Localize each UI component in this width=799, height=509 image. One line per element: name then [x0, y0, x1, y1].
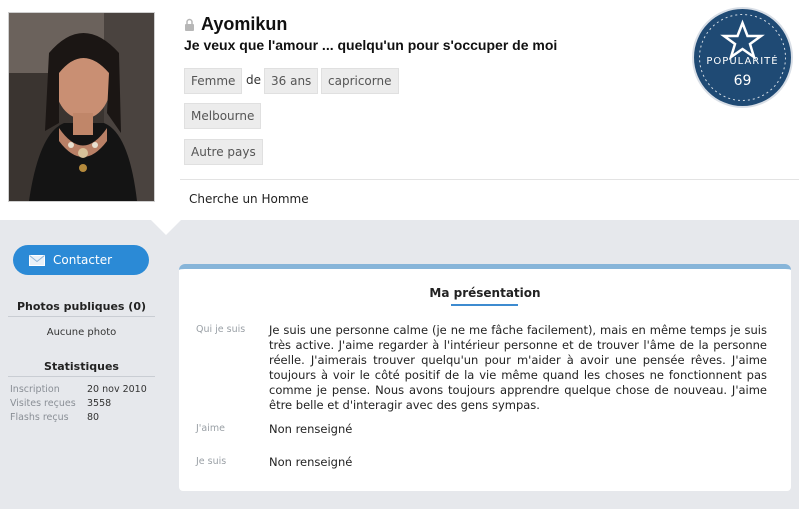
city-tag: Melbourne — [184, 103, 262, 129]
age-connector: de — [246, 73, 261, 87]
zodiac-tag: capricorne — [321, 68, 399, 94]
stats-divider — [8, 376, 155, 377]
popularity-label: POPULARITÉ — [706, 56, 779, 67]
age-tag: 36 ans — [264, 68, 319, 94]
row-text: Non renseigné — [269, 455, 353, 469]
photos-empty: Aucune photo — [46, 327, 117, 338]
stat-key: Visites reçues — [10, 398, 76, 409]
profile-tagline: Je veux que l'amour ... quelqu'un pour s… — [184, 37, 558, 53]
title-underline — [451, 304, 518, 306]
stat-key: Flashs reçus — [10, 412, 69, 423]
profile-name: Ayomikun — [201, 14, 288, 34]
photos-divider — [8, 316, 155, 317]
gender-tag: Femme — [184, 68, 243, 94]
contact-button[interactable]: Contacter — [13, 245, 149, 275]
country-tag: Autre pays — [184, 139, 263, 165]
stat-value: 3558 — [87, 398, 112, 409]
profile-photo[interactable] — [8, 12, 155, 202]
header-notch — [150, 219, 182, 235]
lock-icon — [185, 18, 194, 31]
looking-for: Cherche un Homme — [189, 192, 309, 206]
row-label: Je suis — [196, 456, 227, 467]
contact-label: Contacter — [53, 253, 113, 267]
row-text: Non renseigné — [269, 422, 353, 436]
row-label: Qui je suis — [196, 324, 246, 335]
photos-title: Photos publiques (0) — [16, 300, 146, 313]
stat-value: 20 nov 2010 — [87, 384, 147, 395]
stats-title: Statistiques — [44, 360, 119, 373]
header-divider — [180, 179, 799, 180]
panel-title: Ma présentation — [429, 286, 541, 300]
popularity-value: 69 — [733, 73, 752, 89]
stat-value: 80 — [87, 412, 100, 423]
row-label: J'aime — [196, 423, 225, 434]
row-text: Je suis une personne calme (je ne me fâc… — [269, 323, 767, 412]
popularity-badge: POPULARITÉ 69 — [694, 9, 791, 106]
mail-icon — [29, 255, 45, 266]
presentation-panel: Ma présentation Qui je suis Je suis une … — [179, 264, 791, 491]
name-row: Ayomikun — [184, 14, 287, 35]
stat-key: Inscription — [10, 384, 60, 395]
